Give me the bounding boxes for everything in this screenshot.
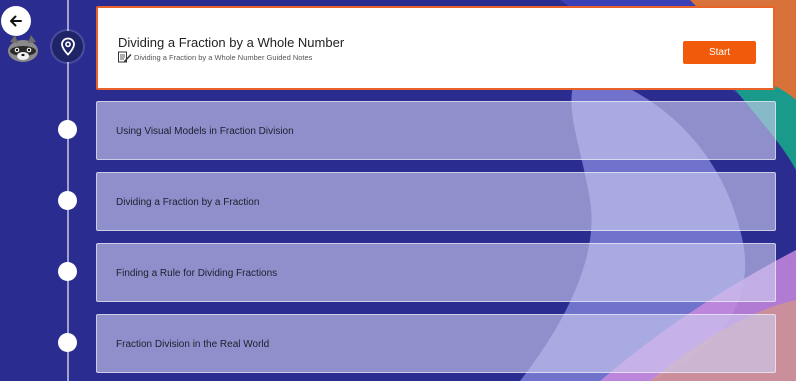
timeline-node	[58, 333, 77, 352]
timeline-node	[58, 262, 77, 281]
start-button[interactable]: Start	[683, 41, 756, 64]
back-button[interactable]	[1, 6, 31, 36]
lesson-card[interactable]: Dividing a Fraction by a Fraction	[96, 172, 776, 231]
guided-notes-label: Dividing a Fraction by a Whole Number Gu…	[134, 52, 313, 62]
location-pin-icon	[60, 37, 75, 56]
lesson-label: Using Visual Models in Fraction Division	[116, 126, 294, 137]
lesson-card[interactable]: Using Visual Models in Fraction Division	[96, 101, 776, 160]
lesson-title: Dividing a Fraction by a Whole Number	[118, 35, 345, 50]
active-lesson-card: Dividing a Fraction by a Whole Number Di…	[96, 6, 775, 90]
lesson-label: Dividing a Fraction by a Fraction	[116, 197, 260, 208]
raccoon-avatar	[4, 34, 42, 64]
lesson-card[interactable]: Finding a Rule for Dividing Fractions	[96, 243, 776, 302]
guided-notes-link[interactable]: Dividing a Fraction by a Whole Number Gu…	[118, 51, 312, 63]
current-lesson-marker	[52, 31, 83, 62]
lesson-card[interactable]: Fraction Division in the Real World	[96, 314, 776, 373]
lesson-label: Fraction Division in the Real World	[116, 339, 270, 350]
arrow-left-icon	[10, 15, 22, 27]
pencil-notes-icon	[118, 51, 132, 63]
timeline-node	[58, 120, 77, 139]
timeline-node	[58, 191, 77, 210]
lesson-label: Finding a Rule for Dividing Fractions	[116, 268, 278, 279]
